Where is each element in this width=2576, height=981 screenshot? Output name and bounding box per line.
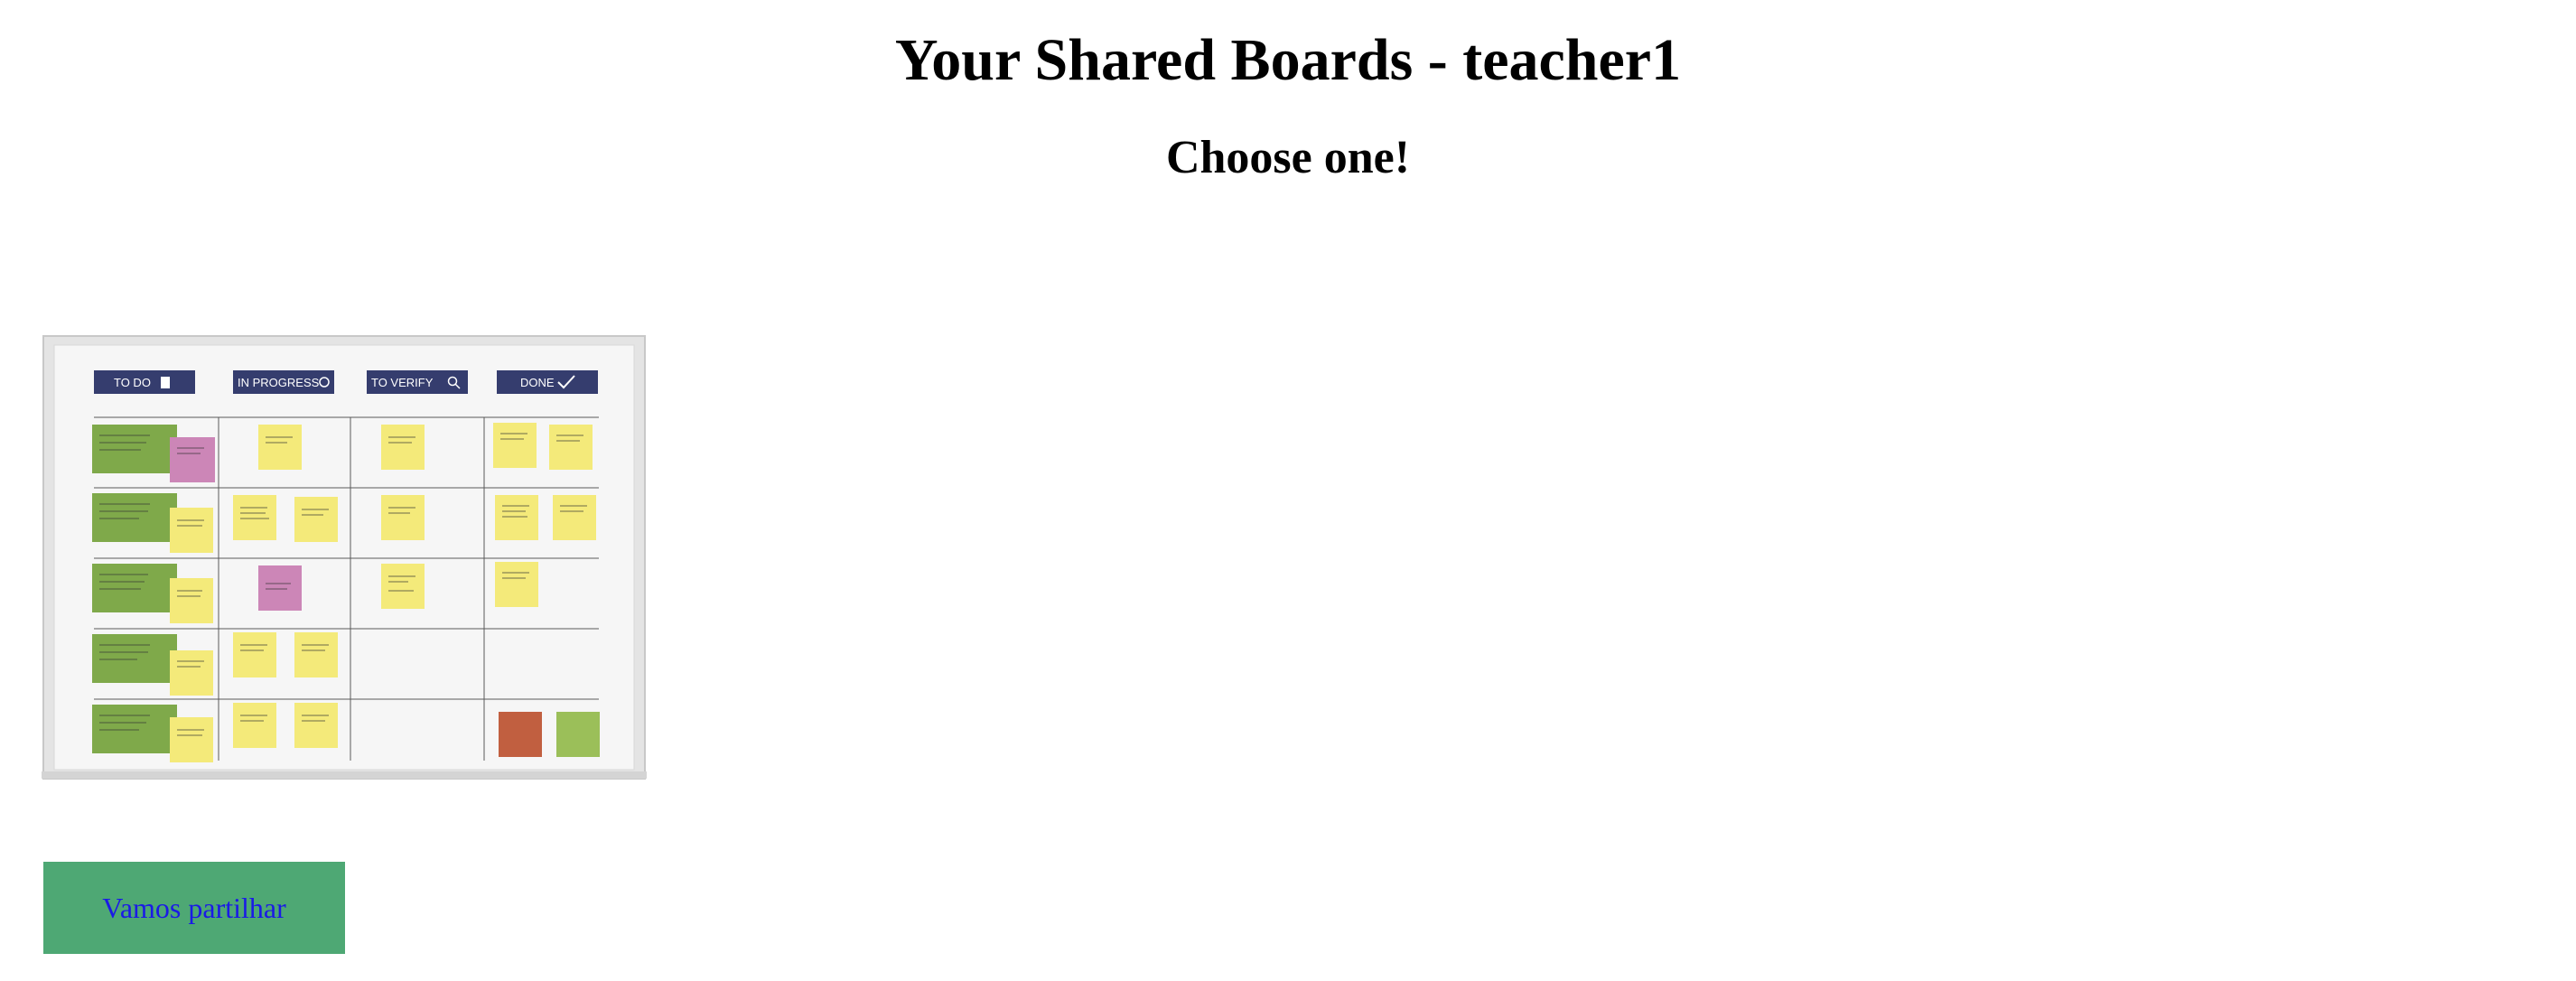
column-header-toverify: TO VERIFY (367, 370, 468, 394)
page-subtitle: Choose one! (1165, 132, 1411, 183)
board-thumbnail[interactable]: TO DO IN PROGRESS TO VERIFY DONE (42, 334, 647, 780)
clipboard-icon (161, 377, 170, 388)
page: Your Shared Boards - teacher1 Choose one… (0, 0, 2576, 981)
page-title: Your Shared Boards - teacher1 (894, 27, 1682, 93)
whiteboard-tray (42, 771, 647, 779)
column-header-done-label: DONE (520, 376, 555, 389)
column-header-toverify-label: TO VERIFY (371, 376, 434, 389)
column-header-todo-label: TO DO (114, 376, 151, 389)
column-header-done: DONE (497, 370, 598, 394)
open-board-button[interactable]: Vamos partilhar (43, 862, 345, 954)
column-header-inprogress-label: IN PROGRESS (238, 376, 320, 389)
column-header-inprogress: IN PROGRESS (233, 370, 334, 394)
column-header-todo: TO DO (94, 370, 195, 394)
